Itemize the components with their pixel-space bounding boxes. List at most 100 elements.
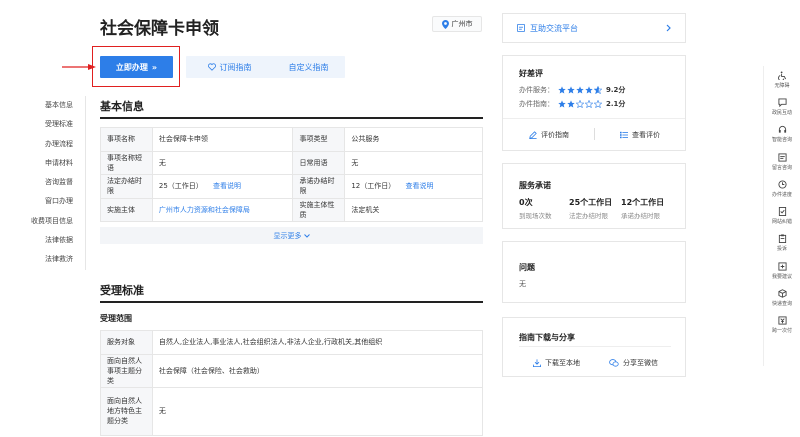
clipboard-icon	[778, 234, 786, 244]
implementing-agency-link[interactable]: 广州市人力资源和社会保障局	[151, 197, 294, 222]
city-name: 广州市	[451, 20, 473, 28]
nav-item-fees[interactable]: 收费项目信息	[24, 212, 85, 231]
cell-label: 日常用语	[292, 150, 346, 175]
guide-rating: 办件指南： 2.1分	[519, 99, 625, 109]
view-reviews-button[interactable]: 查看评价	[620, 130, 660, 140]
heart-icon	[207, 63, 216, 71]
custom-guide-button[interactable]: 自定义指南	[272, 56, 345, 78]
headset-icon	[778, 126, 786, 133]
cell-label: 承诺办结时限	[292, 174, 346, 199]
chevron-right-icon	[666, 24, 671, 32]
cell-label: 事项名称短语	[100, 150, 153, 175]
toolbar-correction[interactable]: 网站纠错	[764, 202, 800, 229]
nav-item-acceptance[interactable]: 受理标准	[24, 115, 85, 134]
toolbar-label: 网站纠错	[771, 219, 792, 226]
toolbar-smart-consult[interactable]: 智能咨询	[764, 121, 800, 148]
basic-info-title: 基本信息	[100, 100, 144, 113]
star-empty-icon	[576, 100, 584, 108]
legal-limit-value: 25（工作日）	[158, 182, 203, 191]
list-icon	[620, 131, 628, 139]
download-local-label: 下载至本地	[545, 359, 580, 367]
view-reviews-label: 查看评价	[632, 131, 660, 139]
question-value: 无	[519, 280, 526, 288]
cell-value: 12（工作日） 查看说明	[344, 174, 483, 199]
promise-title: 服务承诺	[519, 181, 551, 190]
toolbar-interaction[interactable]: 政民互动	[764, 93, 800, 120]
toolbar-progress[interactable]: 办件进度	[764, 175, 800, 202]
question-panel: 问题 无	[502, 241, 686, 303]
acceptance-scope-title: 受理范围	[100, 314, 132, 323]
acceptance-title: 受理标准	[100, 284, 144, 297]
promise-limit-value: 12（工作日）	[351, 182, 396, 191]
cell-value: 社会保障卡申领	[151, 127, 294, 152]
acceptance-divider	[100, 301, 483, 303]
cell-value: 自然人,企业法人,事业法人,社会组织法人,非法人企业,行政机关,其他组织	[151, 330, 484, 355]
subscribe-guide-button[interactable]: 订阅指南	[186, 56, 273, 78]
view-explanation-link[interactable]: 查看说明	[213, 182, 241, 190]
promise-item: 0次 到现场次数	[519, 197, 552, 220]
document-check-icon	[778, 207, 786, 217]
table-row: 实施主体 广州市人力资源和社会保障局 实施主体性质 法定机关	[100, 197, 483, 222]
toolbar-label: 留言咨询	[771, 164, 792, 171]
toolbar-accessibility[interactable]: 无障碍	[764, 66, 800, 93]
apply-now-button[interactable]: 立即办理 »	[100, 56, 173, 78]
rating-title: 好差评	[519, 69, 543, 78]
show-more-button[interactable]: 显示更多	[100, 227, 483, 244]
toolbar-suggestion[interactable]: 我要建议	[764, 257, 800, 284]
suggestion-icon	[777, 262, 787, 271]
apply-now-label: 立即办理	[115, 62, 148, 72]
star-full-icon	[558, 100, 566, 108]
cell-label: 事项名称	[100, 127, 153, 152]
toolbar-complaint[interactable]: 投诉	[764, 230, 800, 257]
custom-guide-label: 自定义指南	[288, 62, 329, 72]
pencil-icon	[529, 131, 537, 139]
promise-value: 25个工作日	[569, 198, 613, 207]
evaluate-guide-button[interactable]: 评价指南	[529, 130, 569, 140]
cell-label: 事项类型	[292, 127, 346, 152]
chat-bubble-icon	[777, 98, 787, 107]
star-full-icon	[567, 86, 575, 94]
clock-icon	[777, 180, 787, 189]
accessibility-icon	[777, 71, 786, 80]
nav-item-remedy[interactable]: 法律救济	[24, 250, 85, 269]
nav-item-materials[interactable]: 申请材料	[24, 154, 85, 173]
nav-item-basic[interactable]: 基本信息	[24, 96, 85, 115]
nav-item-law[interactable]: 法律依据	[24, 231, 85, 250]
download-divider	[519, 346, 671, 347]
cell-value: 社会保障（社会保险、社会救助）	[151, 353, 484, 388]
star-full-icon	[585, 86, 593, 94]
evaluate-guide-label: 评价指南	[541, 131, 569, 139]
question-title: 问题	[519, 263, 535, 272]
download-local-button[interactable]: 下载至本地	[533, 358, 580, 368]
download-panel: 指南下载与分享 下载至本地 分享至微信	[502, 317, 686, 377]
star-full-icon	[558, 86, 566, 94]
toolbar-label: 投诉	[776, 246, 787, 253]
guide-stars	[558, 100, 602, 108]
nav-item-window[interactable]: 窗口办理	[24, 192, 85, 211]
cell-value: 公共服务	[344, 127, 483, 152]
toolbar-express[interactable]: 快递查询	[764, 284, 800, 311]
table-row: 事项名称短语 无 日常用语 无	[100, 150, 483, 175]
cell-label: 实施主体	[100, 197, 153, 222]
toolbar-message[interactable]: 留言咨询	[764, 148, 800, 175]
toolbar-label: 跨一次付	[771, 328, 792, 335]
share-wechat-label: 分享至微信	[623, 359, 658, 367]
show-more-label: 显示更多	[273, 231, 302, 240]
cell-value: 无	[151, 386, 484, 436]
table-row: 法定办结时限 25（工作日） 查看说明 承诺办结时限 12（工作日） 查看说明	[100, 174, 483, 199]
platform-panel[interactable]: 互助交流平台	[502, 13, 686, 43]
basic-info-divider	[100, 117, 483, 119]
toolbar-payment[interactable]: 跨一次付	[764, 312, 800, 339]
table-row: 事项名称 社会保障卡申领 事项类型 公共服务	[100, 127, 483, 152]
star-half-icon	[594, 86, 602, 94]
nav-item-consult[interactable]: 咨询监督	[24, 173, 85, 192]
promise-label: 承诺办结时限	[621, 212, 660, 220]
nav-item-process[interactable]: 办理流程	[24, 135, 85, 154]
toolbar-label: 智能咨询	[771, 137, 792, 144]
city-selector[interactable]: 广州市	[432, 16, 482, 32]
cell-label: 服务对象	[100, 330, 153, 355]
location-pin-icon	[441, 19, 449, 29]
red-arrow-annotation	[62, 64, 96, 70]
share-wechat-button[interactable]: 分享至微信	[609, 358, 658, 368]
view-explanation-link[interactable]: 查看说明	[406, 182, 434, 190]
